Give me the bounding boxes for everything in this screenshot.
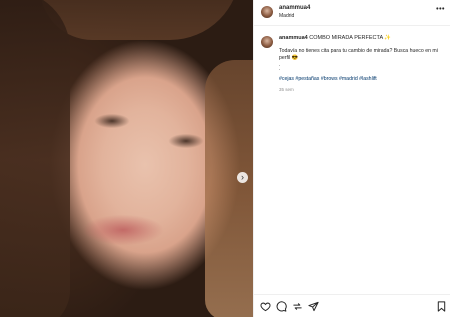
heart-icon[interactable] bbox=[259, 300, 271, 312]
photo-hair bbox=[40, 0, 240, 40]
caption-body: Todavía no tienes cita para tu cambio de… bbox=[279, 48, 438, 61]
post-photo[interactable]: › bbox=[0, 0, 253, 317]
photo-hair bbox=[205, 60, 253, 317]
share-icon[interactable] bbox=[291, 300, 303, 312]
caption-hashtags[interactable]: #cejas #pestañas #brows #madrid #lashlif… bbox=[279, 76, 444, 82]
caption-username[interactable]: anammua4 bbox=[279, 35, 308, 41]
post-side-panel: anammua4 Madrid ••• anammua4 COMBO MIRAD… bbox=[253, 0, 450, 317]
avatar[interactable] bbox=[261, 36, 273, 48]
bookmark-icon[interactable] bbox=[435, 300, 447, 312]
photo-hair bbox=[0, 0, 70, 317]
post-timestamp[interactable]: 35 sem bbox=[279, 87, 294, 92]
avatar[interactable] bbox=[261, 6, 273, 18]
post-header: anammua4 Madrid ••• bbox=[254, 0, 450, 26]
comment-icon[interactable] bbox=[275, 300, 287, 312]
post-username[interactable]: anammua4 bbox=[279, 5, 310, 11]
carousel-next-button[interactable]: › bbox=[237, 172, 248, 183]
caption-dots: .. bbox=[279, 62, 281, 72]
caption-header: anammua4 COMBO MIRADA PERFECTA ✨ bbox=[279, 35, 447, 41]
more-options-icon[interactable]: ••• bbox=[436, 6, 445, 13]
post-location[interactable]: Madrid bbox=[279, 13, 294, 19]
caption-title: COMBO MIRADA PERFECTA ✨ bbox=[309, 35, 392, 41]
send-icon[interactable] bbox=[307, 300, 319, 312]
action-bar bbox=[254, 294, 450, 317]
